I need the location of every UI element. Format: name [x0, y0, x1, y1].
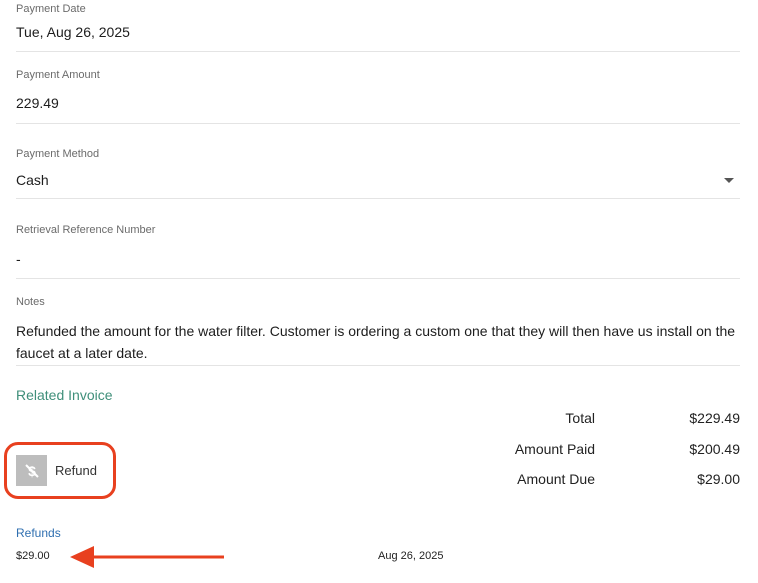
payment-date-field: Payment Date Tue, Aug 26, 2025 — [16, 0, 740, 52]
payment-amount-value[interactable]: 229.49 — [16, 95, 59, 111]
retrieval-reference-value[interactable]: - — [16, 251, 21, 267]
payment-date-label: Payment Date — [16, 3, 86, 15]
refund-row-amount: $29.00 — [16, 550, 50, 562]
payment-amount-label: Payment Amount — [16, 69, 100, 81]
total-label: Total — [565, 410, 595, 426]
notes-field: Notes Refunded the amount for the water … — [16, 294, 740, 366]
amount-paid-label: Amount Paid — [514, 441, 595, 457]
refund-button-label: Refund — [55, 463, 97, 478]
refund-row-date: Aug 26, 2025 — [378, 550, 444, 562]
payment-amount-field: Payment Amount 229.49 — [16, 68, 740, 124]
related-invoice-link[interactable]: Related Invoice — [16, 387, 113, 403]
total-value: $229.49 — [689, 410, 740, 426]
notes-value[interactable]: Refunded the amount for the water filter… — [16, 320, 736, 364]
retrieval-reference-label: Retrieval Reference Number — [16, 224, 156, 236]
amount-paid-value: $200.49 — [689, 441, 740, 457]
retrieval-reference-field: Retrieval Reference Number - — [16, 222, 740, 279]
payment-method-select[interactable]: Payment Method Cash — [16, 146, 740, 199]
amount-due-value: $29.00 — [697, 471, 740, 487]
arrow-annotation-icon — [70, 546, 224, 568]
refund-button[interactable]: $ Refund — [16, 455, 97, 486]
amount-due-label: Amount Due — [517, 471, 595, 487]
refund-icon: $ — [16, 455, 47, 486]
notes-label: Notes — [16, 296, 45, 308]
payment-method-label: Payment Method — [16, 148, 100, 160]
payment-method-value[interactable]: Cash — [16, 172, 49, 188]
chevron-down-icon[interactable] — [724, 178, 734, 183]
refunds-heading[interactable]: Refunds — [16, 526, 61, 540]
payment-date-value[interactable]: Tue, Aug 26, 2025 — [16, 24, 130, 40]
